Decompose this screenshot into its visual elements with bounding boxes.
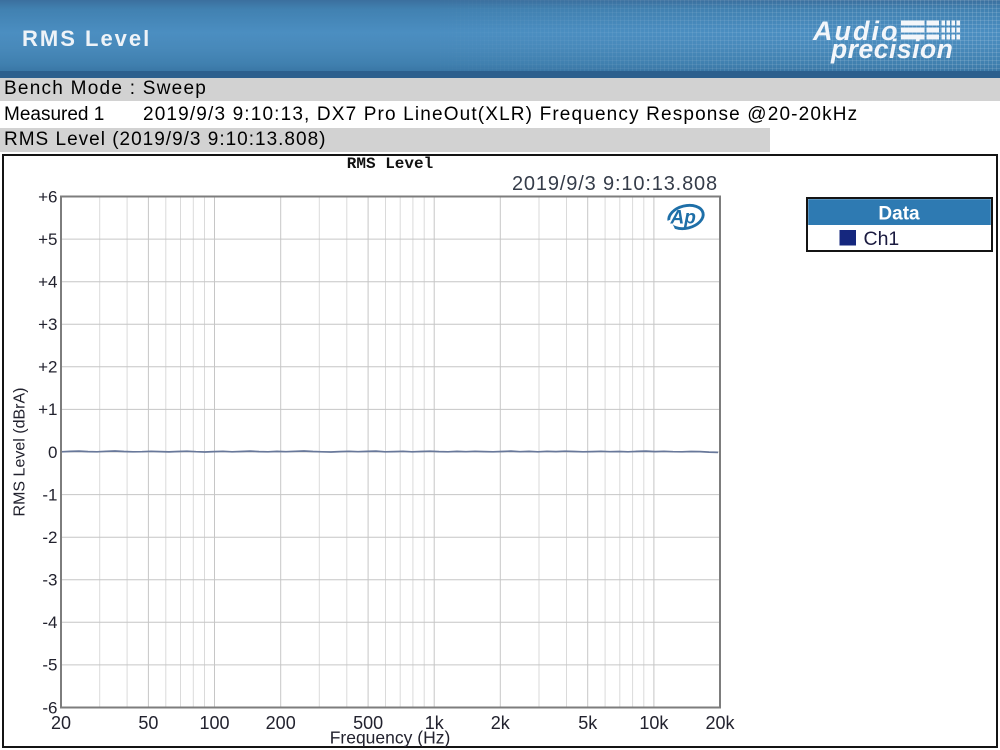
svg-text:+5: +5 — [38, 230, 57, 249]
svg-text:+6: +6 — [38, 187, 57, 206]
svg-text:RMS Level: RMS Level — [347, 155, 433, 173]
svg-text:-1: -1 — [42, 485, 57, 504]
svg-text:RMS Level (dBrA): RMS Level (dBrA) — [12, 388, 29, 517]
svg-text:-3: -3 — [42, 571, 57, 590]
svg-text:-4: -4 — [42, 613, 57, 632]
svg-text:+1: +1 — [38, 400, 57, 419]
svg-text:200: 200 — [266, 713, 296, 733]
svg-text:-2: -2 — [42, 528, 57, 547]
svg-text:100: 100 — [199, 713, 229, 733]
svg-text:+2: +2 — [38, 358, 57, 377]
svg-text:10k: 10k — [639, 713, 669, 733]
svg-text:Ch1: Ch1 — [864, 228, 900, 250]
svg-text:2019/9/3 9:10:13.808: 2019/9/3 9:10:13.808 — [512, 173, 718, 195]
svg-text:+4: +4 — [38, 273, 57, 292]
svg-text:+3: +3 — [38, 315, 57, 334]
svg-text:0: 0 — [48, 443, 57, 462]
svg-text:20: 20 — [51, 713, 71, 733]
svg-text:Data: Data — [878, 204, 920, 225]
svg-text:-5: -5 — [42, 656, 57, 675]
svg-text:2k: 2k — [491, 713, 511, 733]
svg-text:20k: 20k — [705, 713, 735, 733]
svg-text:Frequency (Hz): Frequency (Hz) — [330, 728, 451, 748]
svg-text:5k: 5k — [578, 713, 598, 733]
svg-text:Ap: Ap — [670, 208, 696, 229]
svg-text:50: 50 — [138, 713, 158, 733]
